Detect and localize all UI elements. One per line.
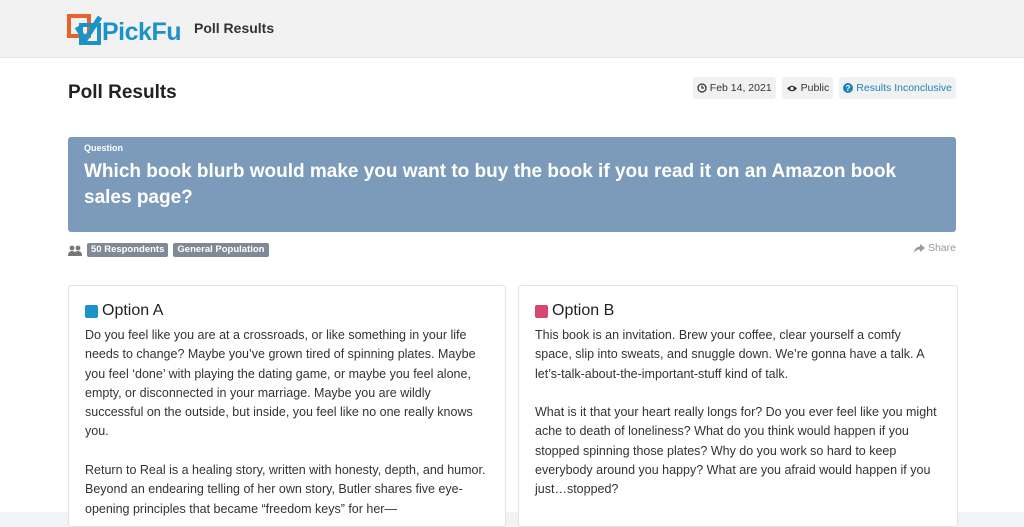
visibility-badge: Public [781, 77, 834, 99]
eye-icon [786, 85, 797, 91]
option-a-label: Option A [102, 302, 164, 319]
question-circle-icon: ? [843, 83, 854, 93]
page-title: Poll Results [68, 82, 177, 103]
poll-badges: Feb 14, 2021 Public ? Results Inconclusi… [692, 77, 956, 99]
respondents-tag: 50 Respondents [87, 243, 169, 257]
question-label: Question [84, 143, 124, 153]
share-button[interactable]: Share [913, 242, 956, 254]
option-a-body: Do you feel like you are at a crossroads… [85, 326, 490, 526]
option-b-paragraph: This book is an invitation. Brew your co… [535, 328, 924, 381]
logo-text-pick: Pick [102, 18, 152, 46]
option-a-card: Option A Do you feel like you are at a c… [68, 285, 506, 527]
date-text: Feb 14, 2021 [709, 82, 772, 94]
logo-text-fu: Fu [151, 18, 181, 46]
navbar-title: Poll Results [194, 20, 275, 36]
option-b-swatch [535, 304, 548, 318]
question-panel: Question Which book blurb would make you… [68, 137, 956, 232]
option-b-label: Option B [552, 302, 615, 319]
status-badge[interactable]: ? Results Inconclusive [839, 77, 956, 99]
visibility-text: Public [800, 82, 830, 94]
option-a-title: Option A [85, 302, 163, 320]
option-b-paragraph: What is it that your heart really longs … [535, 405, 937, 497]
option-b-body: This book is an invitation. Brew your co… [535, 326, 940, 519]
status-text: Results Inconclusive [856, 82, 952, 94]
share-label: Share [927, 242, 956, 254]
poll-meta: 50 Respondents General Population [68, 242, 269, 258]
pickfu-logo[interactable]: PickFu [67, 13, 182, 47]
svg-text:?: ? [846, 84, 851, 93]
audience-tag: General Population [173, 243, 269, 257]
clock-icon [697, 83, 707, 93]
option-a-paragraph: Do you feel like you are at a crossroads… [85, 328, 476, 439]
option-b-title: Option B [535, 302, 614, 320]
main-content: Poll Results Feb 14, 2021 Public ? Resul… [0, 58, 1024, 527]
share-icon [913, 243, 925, 253]
date-badge: Feb 14, 2021 [692, 77, 776, 99]
top-navbar: PickFu Poll Results [0, 0, 1024, 58]
option-a-swatch [85, 304, 98, 318]
option-b-card: Option B This book is an invitation. Bre… [518, 285, 958, 527]
question-text: Which book blurb would make you want to … [84, 161, 897, 208]
users-icon [68, 245, 82, 256]
option-a-paragraph: Return to Real is a healing story, writt… [85, 463, 486, 516]
logo-wordmark: PickFu [102, 18, 181, 47]
pickfu-logo-icon [67, 14, 103, 45]
